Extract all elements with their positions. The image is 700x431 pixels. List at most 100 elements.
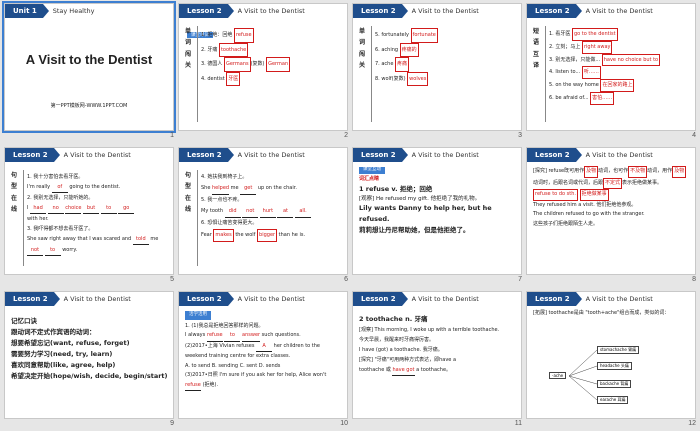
vertical-label: 句型在线: [185, 172, 192, 214]
divider: [545, 26, 546, 122]
mnemonic-line: 喜欢同意帮助(like, agree, help): [11, 361, 116, 370]
tree-leaf: headache 头痛: [597, 362, 632, 370]
example-line: Lily wants Danny to help her, but he ref…: [359, 204, 492, 224]
slide-number: 10: [340, 420, 348, 427]
slide-thumbnail[interactable]: Lesson 2 A Visit to the Dentist [拓展] too…: [526, 291, 696, 427]
list-item: 7. ache 疼痛: [375, 57, 517, 72]
slide-thumbnail[interactable]: Lesson 2 A Visit to the Dentist 记忆口诀 跟动词…: [4, 291, 174, 427]
list-item: 3. 别无选择，只能做... have no choice but to: [549, 53, 691, 67]
exercise-line: A. to send B. sending C. sent D. sends: [185, 362, 281, 369]
section-title: 词汇点睛: [359, 175, 380, 182]
list-item: Fear makes the wolf bigger than he is.: [201, 229, 343, 242]
list-item: 4. listen to... 听……: [549, 66, 691, 79]
word-tree-diagram: -ache stomachache 胃痛 headache 头痛 backach…: [547, 344, 667, 404]
vertical-label: 单词闯关: [185, 28, 192, 70]
slide-canvas: Lesson 2 A Visit to the Dentist 2 tootha…: [352, 291, 522, 419]
vocab-item: 2 toothache n. 牙痛: [359, 315, 428, 323]
lesson-tag: Lesson 2: [353, 292, 408, 306]
list-item: 6. 恐惧让痛苦变得更大。: [201, 220, 258, 226]
example-line: 这些孩子们拒绝跟陌生人走。: [533, 220, 599, 227]
divider: [197, 170, 198, 266]
explain-line: [探究] refuse既可用作 及物 动词，也可作 不及物 动词，用作 及物动词时，后跟名…: [533, 166, 691, 189]
slide-header: Lesson 2 A Visit to the Dentist: [353, 148, 521, 162]
slide-body: 记忆口诀 跟动词不定式作宾语的动词： 想要希望忘记(want, refuse, …: [11, 316, 169, 414]
slide-number: 4: [692, 132, 696, 139]
exercise-line: I always refuse to answer such questions…: [185, 331, 343, 342]
slide-canvas: Lesson 2 A Visit to the Dentist 句型在线 4. …: [178, 147, 348, 275]
slide-number: 3: [518, 132, 522, 139]
list-item: 4. dentist 牙医: [201, 71, 343, 86]
section-bar: 课堂互动: [359, 166, 517, 176]
slide-canvas: Lesson 2 A Visit to the Dentist 活学活用 1. …: [178, 291, 348, 419]
slide-number: 6: [344, 276, 348, 283]
vocab-item: 1 refuse v. 拒绝；回绝: [359, 184, 433, 193]
slide-header: Lesson 2 A Visit to the Dentist: [179, 292, 347, 306]
slide-canvas: Lesson 2 A Visit to the Dentist 课堂互动 词汇点…: [352, 147, 522, 275]
slide-thumbnail[interactable]: Lesson 2 A Visit to the Dentist 句型在线 4. …: [178, 147, 348, 283]
slide-canvas: Lesson 2 A Visit to the Dentist [探究] ref…: [526, 147, 696, 275]
slide-canvas: Lesson 2 A Visit to the Dentist 记忆口诀 跟动词…: [4, 291, 174, 419]
slide-header: Lesson 2 A Visit to the Dentist: [353, 4, 521, 18]
lesson-title: A Visit to the Dentist: [411, 295, 479, 303]
lesson-title: A Visit to the Dentist: [585, 151, 653, 159]
exercise-line: 1. (1)我总是拒绝回答那样的问题。: [185, 322, 264, 329]
slide-header: Lesson 2 A Visit to the Dentist: [5, 292, 173, 306]
slide-number: 1: [170, 132, 174, 139]
slide-thumbnail[interactable]: Lesson 2 A Visit to the Dentist 课堂互动 词汇点…: [352, 147, 522, 283]
list-item: She saw right away that I was scared and…: [27, 234, 169, 256]
exercise-line: (3)2017•日照 I'm sure if you ask her for h…: [185, 371, 343, 392]
example-line: [观察] He refused my gift. 他拒绝了我的礼物。: [359, 195, 481, 202]
slide-canvas: Lesson 2 A Visit to the Dentist [拓展] too…: [526, 291, 696, 419]
slide-thumbnail[interactable]: Lesson 2 A Visit to the Dentist 活学活用 1. …: [178, 291, 348, 427]
slide-canvas: Lesson 2 A Visit to the Dentist 课堂单词 单词闯…: [178, 3, 348, 131]
lesson-title: A Visit to the Dentist: [63, 151, 131, 159]
tree-root: -ache: [549, 372, 567, 379]
lesson-tag: Lesson 2: [527, 292, 582, 306]
lesson-title: A Visit to the Dentist: [237, 295, 305, 303]
slide-thumbnail[interactable]: Lesson 2 A Visit to the Dentist 句型在线 1. …: [4, 147, 174, 283]
example-line: The children refused to go with the stra…: [533, 211, 645, 217]
list-item: 5. fortunately fortunate: [375, 28, 517, 43]
slide-subtitle: 第一PPT模板网-WWW.1PPT.COM: [50, 103, 128, 109]
lesson-title: A Visit to the Dentist: [237, 7, 305, 15]
list-item: 1. 拒绝：回绝 refuse: [201, 28, 343, 43]
tree-leaf: backache 背痛: [597, 380, 632, 388]
lesson-tag: Lesson 2: [179, 148, 234, 162]
lesson-title: A Visit to the Dentist: [585, 295, 653, 303]
word-list: 1. 拒绝：回绝 refuse 2. 牙痛 toothache 3. 德国人 G…: [201, 28, 343, 86]
list-item: She helped me get up on the chair.: [201, 183, 343, 195]
list-item: 1. 我十分害怕去看牙医。: [27, 174, 84, 180]
list-item: 6. be afraid of... 害怕……: [549, 91, 691, 105]
list-item: I'm really of going to the dentist.: [27, 182, 169, 193]
slide-header: Lesson 2 A Visit to the Dentist: [179, 148, 347, 162]
slide-thumbnail[interactable]: Lesson 2 A Visit to the Dentist 2 tootha…: [352, 291, 522, 427]
lesson-tag: Lesson 2: [527, 4, 582, 18]
slide-thumbnail[interactable]: Lesson 2 A Visit to the Dentist [探究] ref…: [526, 147, 696, 283]
slide-number: 8: [692, 276, 696, 283]
explain-line: [拓展] toothache是由 "tooth+ache"组合而成，类似的词：: [533, 310, 670, 316]
slide-thumbnail[interactable]: Lesson 2 A Visit to the Dentist 短语互译 1. …: [526, 3, 696, 139]
tree-leaf: earache 耳痛: [597, 396, 629, 404]
slide-thumbnail[interactable]: Lesson 2 A Visit to the Dentist 单词闯关 5. …: [352, 3, 522, 139]
sentence-list: 4. 她扶我到椅子上。 She helped me get up on the …: [201, 172, 343, 242]
slide-body: [探究] refuse既可用作 及物 动词，也可作 不及物 动词，用作 及物动词时，后跟名…: [533, 166, 691, 270]
slide-thumbnail[interactable]: Lesson 2 A Visit to the Dentist 课堂单词 单词闯…: [178, 3, 348, 139]
unit-title: Stay Healthy: [52, 7, 95, 15]
slide-number: 7: [518, 276, 522, 283]
lesson-title: A Visit to the Dentist: [237, 151, 305, 159]
slide-thumbnail[interactable]: Unit 1 Stay Healthy A Visit to the Denti…: [2, 1, 176, 139]
list-item: I had no choice but to go: [27, 203, 169, 214]
exercise-line: (2)2017•上海 Vivian refuses A her children…: [185, 342, 321, 360]
slide-header: Lesson 2 A Visit to the Dentist: [179, 4, 347, 18]
mnemonic-title: 记忆口诀: [11, 317, 37, 325]
example-line: 莉莉想让丹尼帮助她，但是他拒绝了。: [359, 226, 470, 235]
example-line: toothache 或 have got a toothache。: [359, 365, 517, 377]
mnemonic-line: 需要努力学习(need, try, learn): [11, 350, 113, 359]
list-item: 3. 我吓得都不想去看牙医了。: [27, 226, 94, 232]
lesson-title: A Visit to the Dentist: [411, 151, 479, 159]
slide-body: 活学活用 1. (1)我总是拒绝回答那样的问题。 I always refuse…: [185, 310, 343, 414]
lesson-tag: Lesson 2: [5, 148, 60, 162]
tree-leaf: stomachache 胃痛: [597, 346, 640, 354]
slide-number: 12: [688, 420, 696, 427]
slide-header: Lesson 2 A Visit to the Dentist: [527, 292, 695, 306]
